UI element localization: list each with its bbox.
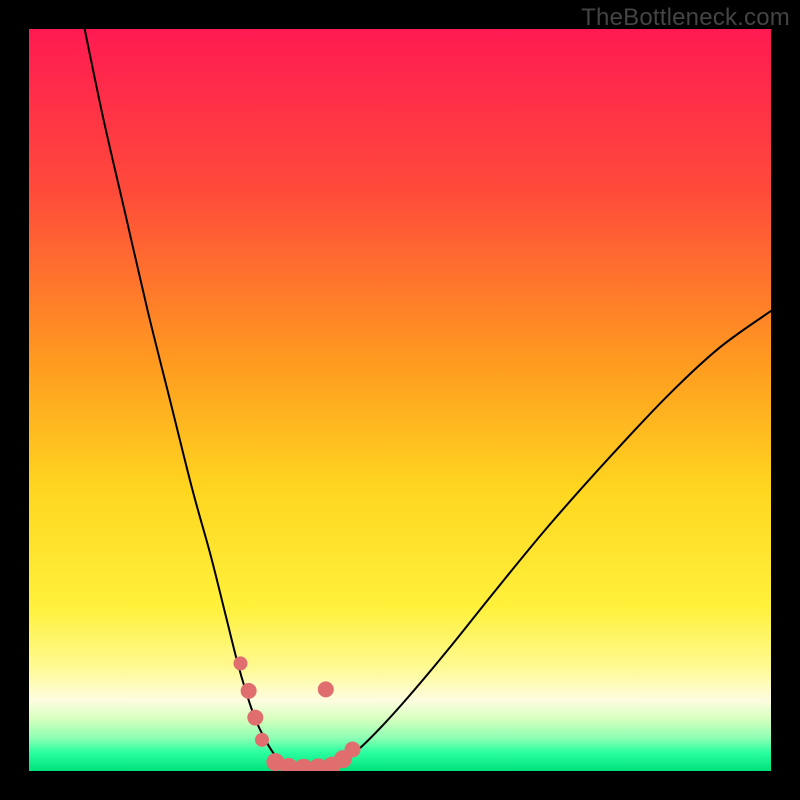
valley-dot: [241, 683, 257, 699]
valley-dot: [318, 681, 334, 697]
gradient-background: [29, 29, 771, 771]
valley-dot: [233, 656, 247, 670]
chart-frame: TheBottleneck.com: [0, 0, 800, 800]
valley-dot: [345, 741, 361, 757]
valley-dot: [247, 710, 263, 726]
plot-area: [29, 29, 771, 771]
chart-svg: [29, 29, 771, 771]
watermark-text: TheBottleneck.com: [581, 4, 790, 32]
valley-dot: [255, 733, 269, 747]
